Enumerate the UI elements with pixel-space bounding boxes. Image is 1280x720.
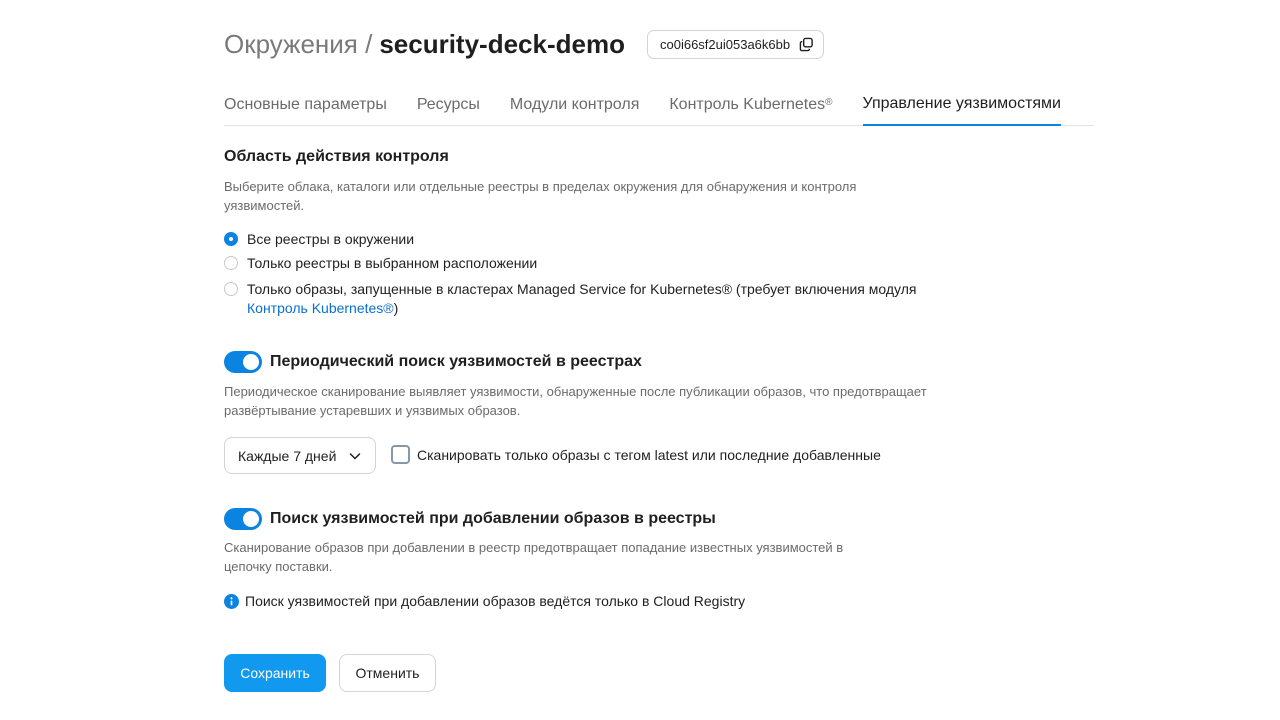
latest-only-checkbox[interactable] [391, 445, 410, 464]
radio-all-registries[interactable]: Все реестры в окружении [224, 230, 414, 249]
radio-label: Все реестры в окружении [247, 231, 415, 247]
info-note: Поиск уязвимостей при добавлении образов… [224, 593, 745, 609]
info-icon [224, 593, 239, 609]
environment-id-chip[interactable]: co0i66sf2ui053a6k6bb [646, 29, 825, 59]
radio-label-group: Только образы, запущенные в кластерах Ma… [247, 280, 917, 318]
tab-main-params[interactable]: Основные параметры [224, 84, 387, 125]
tab-kubernetes-control[interactable]: Контроль Kubernetes ® [669, 84, 832, 125]
radio-selected-location[interactable]: Только реестры в выбранном расположении [224, 254, 537, 273]
push-scan-toggle-row: Поиск уязвимостей при добавлении образов… [224, 508, 716, 530]
save-button[interactable]: Сохранить [224, 654, 326, 692]
tab-label: Основные параметры [224, 95, 387, 113]
scan-frequency-value: Каждые 7 дней [238, 447, 337, 464]
latest-only-row[interactable]: Сканировать только образы с тегом latest… [391, 445, 881, 464]
info-text: Поиск уязвимостей при добавлении образов… [245, 593, 746, 609]
radio-label-suffix: ) [393, 300, 399, 316]
scan-frequency-select[interactable]: Каждые 7 дней [224, 437, 376, 474]
tab-label: Контроль Kubernetes [669, 95, 826, 113]
periodic-scan-title: Периодический поиск уязвимостей в реестр… [270, 353, 642, 370]
push-scan-description: Сканирование образов при добавлении в ре… [224, 540, 844, 574]
periodic-scan-toggle-row: Периодический поиск уязвимостей в реестр… [224, 351, 642, 373]
periodic-scan-description: Периодическое сканирование выявляет уязв… [224, 384, 927, 418]
push-scan-title: Поиск уязвимостей при добавлении образов… [270, 510, 716, 527]
radio-button[interactable] [224, 256, 238, 270]
registered-mark: ® [825, 97, 833, 108]
tab-label: Модули контроля [509, 95, 640, 113]
tab-resources[interactable]: Ресурсы [417, 84, 480, 125]
push-scan-toggle[interactable] [224, 508, 262, 530]
latest-only-label: Сканировать только образы с тегом latest… [417, 446, 881, 463]
tab-bar: Основные параметры Ресурсы Модули контро… [224, 84, 1094, 126]
environment-id: co0i66sf2ui053a6k6bb [659, 36, 791, 52]
tab-label: Управление уязвимостями [862, 95, 1061, 112]
radio-button[interactable] [224, 232, 238, 246]
cancel-button[interactable]: Отменить [339, 654, 436, 692]
scope-title: Область действия контроля [224, 148, 449, 165]
chevron-down-icon [349, 453, 361, 460]
radio-button[interactable] [224, 282, 238, 296]
radio-k8s-images[interactable]: Только образы, запущенные в кластерах Ma… [224, 280, 924, 318]
page-header: Окружения / security-deck-demo co0i66sf2… [224, 26, 825, 62]
radio-label: Только образы, запущенные в кластерах Ma… [247, 281, 917, 297]
radio-label: Только реестры в выбранном расположении [247, 255, 538, 271]
page-title: security-deck-demo [379, 28, 625, 59]
scope-description: Выберите облака, каталоги или отдельные … [224, 179, 857, 213]
copy-icon[interactable] [799, 37, 814, 52]
periodic-scan-toggle[interactable] [224, 351, 262, 373]
tab-label: Ресурсы [416, 95, 480, 113]
kubernetes-control-link[interactable]: Контроль Kubernetes® [247, 300, 394, 316]
tab-control-modules[interactable]: Модули контроля [510, 84, 639, 125]
tab-vulnerability-management[interactable]: Управление уязвимостями [862, 84, 1061, 126]
breadcrumb[interactable]: Окружения / [224, 29, 372, 60]
